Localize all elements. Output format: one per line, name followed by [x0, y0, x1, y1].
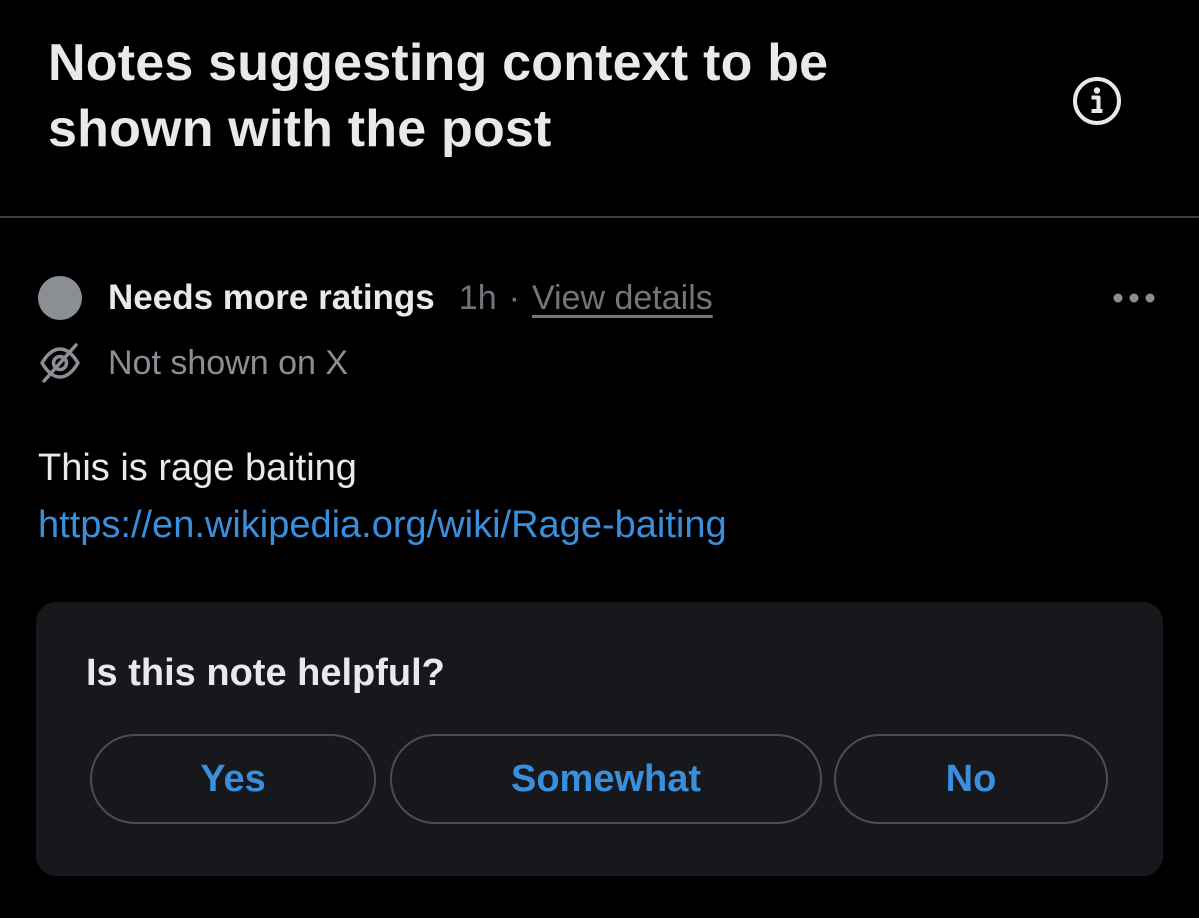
- visibility-row: Not shown on X: [38, 336, 348, 390]
- page-title: Notes suggesting context to be shown wit…: [48, 34, 829, 158]
- info-icon[interactable]: [1071, 75, 1123, 127]
- status-label: Needs more ratings: [108, 278, 435, 317]
- header-divider: [0, 216, 1199, 218]
- note-timestamp: 1h: [458, 278, 497, 317]
- separator: ·: [508, 278, 520, 317]
- eye-slash-icon: [38, 341, 82, 385]
- view-details-link[interactable]: View details: [532, 279, 713, 318]
- rate-no-button[interactable]: No: [834, 734, 1108, 824]
- more-options-icon[interactable]: [1108, 282, 1160, 314]
- rating-card: Is this note helpful? Yes Somewhat No: [36, 602, 1163, 876]
- rate-somewhat-button[interactable]: Somewhat: [390, 734, 822, 824]
- visibility-label: Not shown on X: [108, 343, 349, 382]
- note-link[interactable]: https://en.wikipedia.org/wiki/Rage-baiti…: [38, 497, 727, 553]
- note-status-row: Needs more ratings 1h · View details: [38, 268, 713, 328]
- note-text: This is rage baiting: [38, 447, 357, 489]
- rate-yes-button[interactable]: Yes: [90, 734, 376, 824]
- rating-question: Is this note helpful?: [86, 652, 445, 694]
- status-dot-icon: [38, 276, 82, 320]
- notes-header: Notes suggesting context to be shown wit…: [0, 0, 1199, 216]
